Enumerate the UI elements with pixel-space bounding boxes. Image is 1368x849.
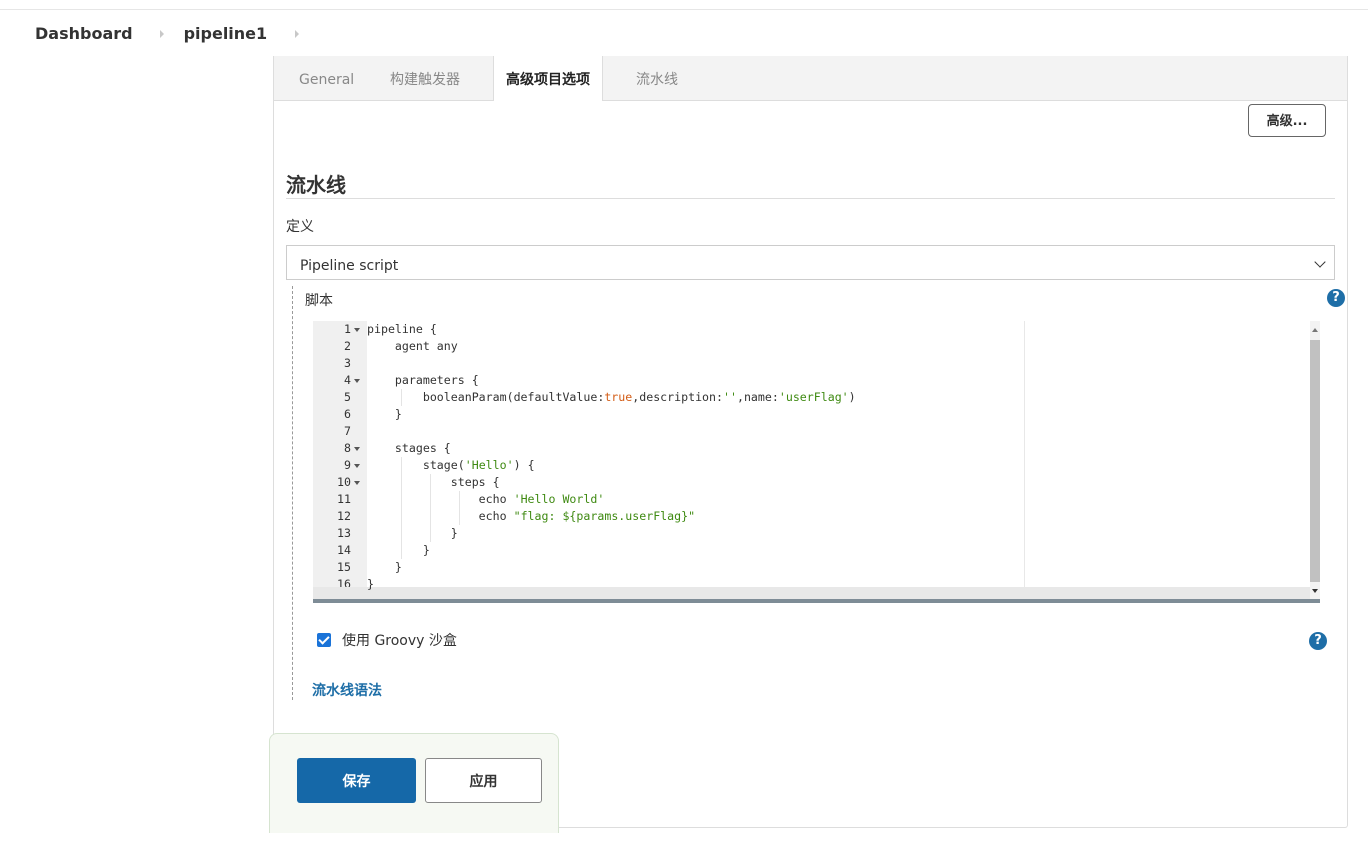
editor-horizontal-scrollbar[interactable] [313, 599, 1320, 603]
line-number: 13 [337, 526, 351, 540]
breadcrumb-dashboard[interactable]: Dashboard [35, 24, 133, 43]
section-divider [286, 198, 1335, 199]
line-number: 14 [337, 543, 351, 557]
code-line: echo "flag: ${params.userFlag}" [367, 509, 696, 523]
breadcrumb-pipeline1[interactable]: pipeline1 [184, 24, 268, 43]
print-margin [1024, 321, 1025, 590]
line-number: 3 [344, 356, 351, 370]
script-label: 脚本 [305, 293, 333, 309]
line-number: 6 [344, 407, 351, 421]
fold-arrow-icon[interactable] [354, 481, 360, 485]
sandbox-help-icon[interactable]: ? [1309, 632, 1327, 650]
advanced-button[interactable]: 高级... [1248, 104, 1326, 137]
code-line: } [367, 543, 430, 557]
definition-select[interactable]: Pipeline script [286, 245, 1335, 280]
section-title: 流水线 [286, 173, 346, 197]
code-line: stages { [367, 441, 451, 455]
code-area[interactable]: pipeline { agent any parameters { boolea… [367, 321, 1310, 600]
tab-advanced-project-options[interactable]: 高级项目选项 [493, 56, 603, 101]
code-line: booleanParam(defaultValue:true,descripti… [367, 390, 856, 404]
top-divider [0, 9, 1368, 10]
editor-vertical-scrollbar[interactable] [1310, 321, 1320, 600]
scroll-down-icon[interactable] [1312, 589, 1318, 593]
line-number: 8 [344, 441, 351, 455]
code-line: steps { [367, 475, 500, 489]
fold-arrow-icon[interactable] [354, 464, 360, 468]
apply-button[interactable]: 应用 [425, 758, 542, 803]
code-line: } [367, 560, 402, 574]
script-block-guide [292, 286, 293, 700]
tab-pipeline[interactable]: 流水线 [636, 56, 678, 100]
line-number: 4 [344, 373, 351, 387]
fold-arrow-icon[interactable] [354, 447, 360, 451]
code-line: pipeline { [367, 322, 437, 336]
config-tabs: General 构建触发器 高级项目选项 流水线 [274, 56, 1347, 101]
code-line: echo 'Hello World' [367, 492, 605, 506]
editor-gutter: 1 2 3 4 5 6 7 8 9 10 11 12 13 14 15 16 1… [313, 321, 367, 600]
line-number: 2 [344, 339, 351, 353]
line-number: 10 [337, 475, 351, 489]
tab-build-triggers[interactable]: 构建触发器 [390, 56, 460, 100]
definition-select-value: Pipeline script [300, 258, 399, 274]
line-number: 7 [344, 424, 351, 438]
breadcrumb-separator-icon[interactable] [295, 29, 300, 38]
code-line: parameters { [367, 373, 479, 387]
line-number: 1 [344, 322, 351, 336]
line-number: 15 [337, 560, 351, 574]
definition-label: 定义 [286, 219, 314, 235]
line-number: 9 [344, 458, 351, 472]
line-number: 5 [344, 390, 351, 404]
tab-general[interactable]: General [299, 56, 354, 100]
groovy-sandbox-label: 使用 Groovy 沙盒 [342, 633, 457, 649]
scrollbar-thumb[interactable] [1310, 340, 1320, 582]
line-number: 11 [337, 492, 351, 506]
scroll-up-icon[interactable] [1312, 328, 1318, 332]
code-line: stage('Hello') { [367, 458, 535, 472]
fold-arrow-icon[interactable] [354, 379, 360, 383]
config-panel: General 构建触发器 高级项目选项 流水线 高级... 流水线 定义 Pi… [273, 56, 1348, 828]
script-editor[interactable]: 1 2 3 4 5 6 7 8 9 10 11 12 13 14 15 16 1… [313, 321, 1320, 600]
save-button[interactable]: 保存 [297, 758, 416, 803]
script-help-icon[interactable]: ? [1327, 289, 1345, 307]
line-number: 12 [337, 509, 351, 523]
fold-arrow-icon[interactable] [354, 328, 360, 332]
code-line: } [367, 526, 458, 540]
breadcrumb: Dashboard pipeline1 [35, 24, 319, 43]
pipeline-syntax-link[interactable]: 流水线语法 [312, 680, 382, 700]
chevron-down-icon [1314, 256, 1326, 268]
code-line: } [367, 407, 402, 421]
breadcrumb-separator-icon[interactable] [159, 29, 164, 38]
code-line: agent any [367, 339, 458, 353]
code-line: } [367, 577, 374, 591]
groovy-sandbox-checkbox[interactable] [317, 633, 331, 647]
